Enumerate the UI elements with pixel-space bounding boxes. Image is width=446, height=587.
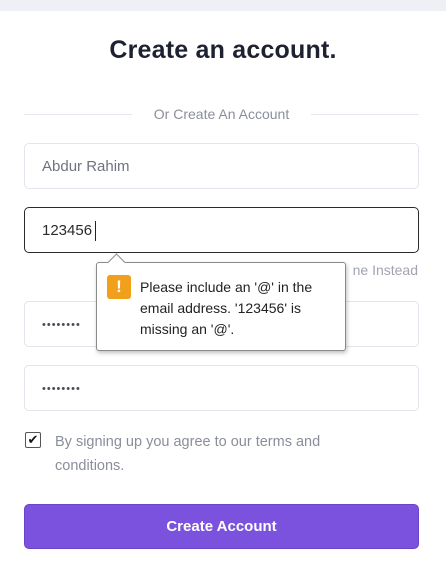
terms-checkbox[interactable]: ✔: [25, 432, 41, 448]
validation-tooltip: ! Please include an '@' in the email add…: [96, 253, 346, 351]
validation-message: Please include an '@' in the email addre…: [140, 279, 313, 337]
divider-line-right: [311, 114, 419, 115]
name-field[interactable]: Abdur Rahim: [24, 143, 419, 189]
confirm-password-field[interactable]: ••••••••: [24, 365, 419, 411]
email-field[interactable]: 123456: [24, 207, 419, 253]
password-field-value: ••••••••: [42, 319, 81, 331]
create-account-button[interactable]: Create Account: [24, 504, 419, 549]
email-field-value: 123456: [42, 222, 93, 239]
page-title: Create an account.: [109, 36, 337, 64]
top-bar: [0, 0, 446, 11]
terms-text: By signing up you agree to our terms and…: [55, 434, 321, 474]
text-caret: [95, 221, 96, 241]
name-field-value: Abdur Rahim: [42, 158, 130, 175]
warning-icon: !: [107, 275, 131, 299]
tooltip-arrow: [107, 253, 126, 272]
or-divider: Or Create An Account: [24, 104, 419, 126]
alternate-option-link[interactable]: ne Instead: [353, 262, 418, 278]
confirm-password-field-value: ••••••••: [42, 383, 81, 395]
